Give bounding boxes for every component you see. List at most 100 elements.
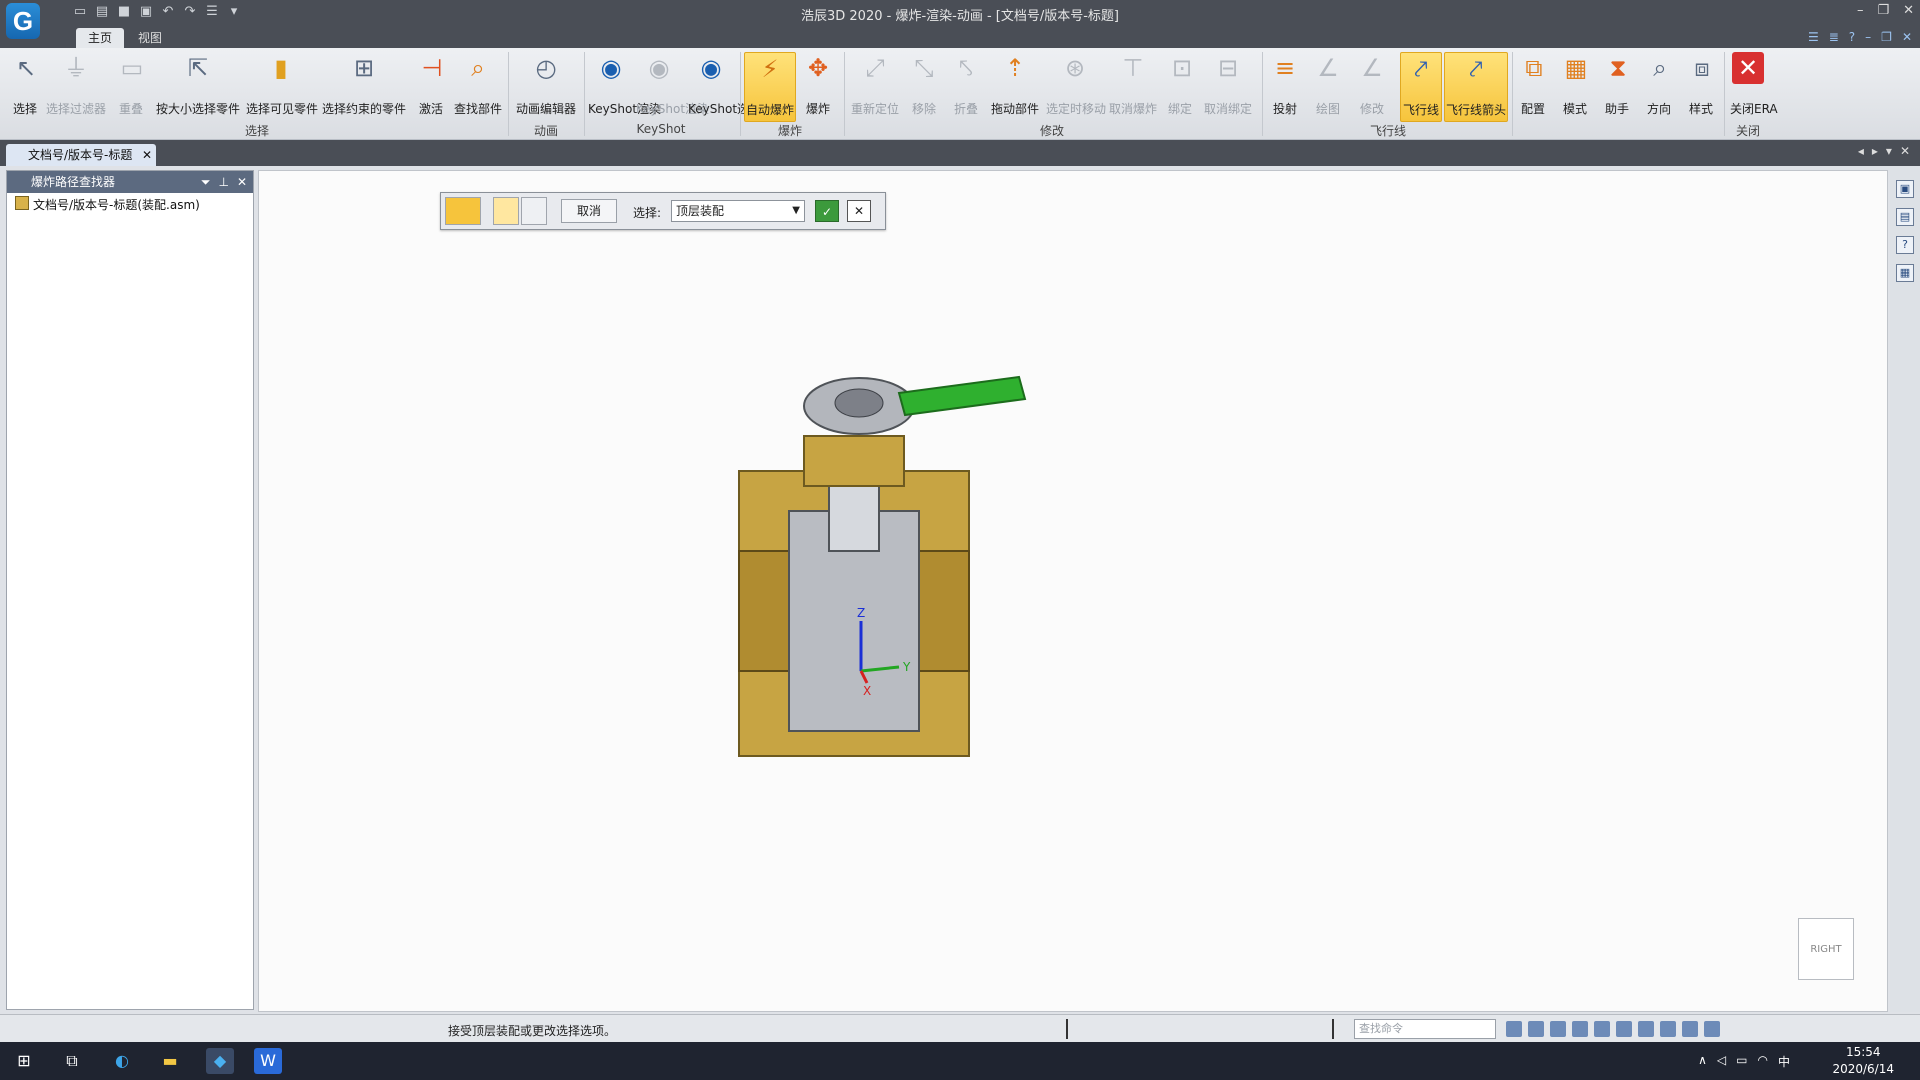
arrow-icon[interactable]	[1506, 1021, 1522, 1037]
select-dropdown[interactable]: 顶层装配 ▼	[671, 200, 805, 222]
minimize-icon[interactable]: –	[1865, 30, 1871, 44]
assistant-button[interactable]: ⧗ 助手	[1602, 52, 1632, 117]
move-selected-button[interactable]: ⊛ 选定时移动	[1046, 52, 1106, 117]
collapse-button[interactable]: ⤣ 折叠	[948, 52, 984, 117]
close-button[interactable]: ✕	[847, 200, 871, 222]
modify-icon: ∠	[1361, 54, 1383, 82]
properties-icon[interactable]: ▤	[1896, 208, 1914, 226]
auto-explode-button[interactable]: ⚡ 自动爆炸	[744, 52, 796, 122]
cursor-icon: ↖	[15, 54, 37, 82]
cancel-button[interactable]: 取消	[561, 199, 617, 223]
layers-icon[interactable]: ≣	[1829, 30, 1839, 44]
flight-line-arrow-button[interactable]: ⤤ 飞行线箭头	[1444, 52, 1508, 122]
reposition-icon: ⤢	[865, 54, 885, 82]
find-part-button[interactable]: ⌕ 查找部件	[452, 52, 504, 117]
project-button[interactable]: ≡ 投射	[1268, 52, 1302, 117]
close-tab-icon[interactable]: ✕	[142, 144, 152, 166]
close-icon[interactable]: ✕	[1903, 3, 1914, 18]
app-logo[interactable]: G	[6, 3, 40, 39]
select-by-size-button[interactable]: ⇱ 按大小选择零件	[156, 52, 240, 117]
help-icon[interactable]: ?	[1896, 236, 1914, 254]
view-icon[interactable]: ▣	[1896, 180, 1914, 198]
overlap-button[interactable]: ▭ 重叠	[116, 52, 146, 117]
pin-icon[interactable]: ⊥	[218, 171, 228, 193]
animation-editor-button[interactable]: ◴ 动画编辑器	[514, 52, 578, 117]
explode-button[interactable]: ✥ 爆炸	[800, 52, 836, 117]
group-label-modify: 修改	[1039, 124, 1064, 138]
close-icon[interactable]: ✕	[1902, 30, 1912, 44]
accept-button[interactable]: ✓	[815, 200, 839, 222]
windows-start-icon[interactable]: ⊞	[10, 1048, 38, 1074]
wifi-icon[interactable]: ◠	[1758, 1053, 1768, 1070]
speaker-icon[interactable]: ◁	[1717, 1053, 1726, 1070]
select-visible-button[interactable]: ▮ 选择可见零件	[246, 52, 318, 117]
mode-button[interactable]: ▦ 模式	[1560, 52, 1590, 117]
spin-icon[interactable]	[1638, 1021, 1654, 1037]
tab-view[interactable]: 视图	[126, 28, 174, 48]
ime-indicator[interactable]: 中	[1778, 1053, 1790, 1070]
flight-line-button[interactable]: ⤤ 飞行线	[1400, 52, 1442, 122]
drag-part-button[interactable]: ⇡ 拖动部件	[988, 52, 1042, 117]
tab-home[interactable]: 主页	[76, 28, 125, 48]
shade-icon[interactable]	[1682, 1021, 1698, 1037]
battery-icon[interactable]: ▭	[1736, 1053, 1747, 1070]
find-command-input[interactable]: 查找命令	[1354, 1019, 1496, 1039]
file-explorer-icon[interactable]: ▬	[156, 1048, 184, 1074]
configure-button[interactable]: ⧉ 配置	[1518, 52, 1548, 117]
direction-button[interactable]: ⌕ 方向	[1644, 52, 1674, 117]
unexplode-button[interactable]: ⊤ 取消爆炸	[1108, 52, 1158, 117]
close-era-button[interactable]: ✕ 关闭ERA	[1730, 52, 1778, 117]
close-icon[interactable]: ✕	[1900, 144, 1910, 158]
grid-icon[interactable]: ▦	[1896, 264, 1914, 282]
keyshot-options-button[interactable]: ◉ KeyShot选项	[688, 52, 761, 117]
zoom-icon[interactable]	[1550, 1021, 1566, 1037]
fit-icon[interactable]	[1528, 1021, 1544, 1037]
configure-icon: ⧉	[1525, 54, 1543, 82]
select-step-icon[interactable]	[493, 197, 519, 225]
select-constrained-button[interactable]: ⊞ 选择约束的零件	[322, 52, 406, 117]
tab-navigation: ◂ ▸ ▾ ✕	[1858, 144, 1910, 158]
clock[interactable]: 15:54 2020/6/14	[1832, 1044, 1894, 1078]
view-icon[interactable]	[1660, 1021, 1676, 1037]
unbind-icon: ⊟	[1217, 54, 1239, 82]
document-tab[interactable]: 文档号/版本号-标题 ✕	[6, 144, 156, 166]
edge-icon[interactable]: ◐	[108, 1048, 136, 1074]
unbind-button[interactable]: ⊟ 取消绑定	[1200, 52, 1256, 117]
cad-app-icon[interactable]: ◆	[206, 1048, 234, 1074]
style-icon[interactable]	[1704, 1021, 1720, 1037]
auto-explode-icon[interactable]	[445, 197, 481, 225]
minimize-icon[interactable]: –	[1857, 3, 1864, 18]
select-filter-button[interactable]: ⏚ 选择过滤器	[46, 52, 106, 117]
help-icon[interactable]: ?	[1849, 30, 1855, 44]
rotate-icon[interactable]	[1616, 1021, 1632, 1037]
pan-icon[interactable]	[1594, 1021, 1610, 1037]
arrow-right-icon[interactable]: ▸	[1872, 144, 1878, 158]
filter-icon[interactable]: ⏷	[201, 171, 211, 193]
close-icon[interactable]: ✕	[237, 171, 247, 193]
word-icon[interactable]: W	[254, 1048, 282, 1074]
reposition-button[interactable]: ⤢ 重新定位	[848, 52, 902, 117]
group-separator	[1262, 52, 1263, 136]
status-bar: 接受顶层装配或更改选择选项。 查找命令	[0, 1014, 1920, 1042]
task-view-icon[interactable]: ⧉	[58, 1048, 86, 1074]
draw-button[interactable]: ∠ 绘图	[1310, 52, 1346, 117]
modify-button[interactable]: ∠ 修改	[1354, 52, 1390, 117]
restore-icon[interactable]: ❐	[1877, 3, 1889, 18]
remove-button[interactable]: ⤡ 移除	[906, 52, 942, 117]
keyshot-render-button[interactable]: ◉ KeyShot渲染	[588, 52, 661, 117]
bind-button[interactable]: ⊡ 绑定	[1166, 52, 1194, 117]
style-button[interactable]: ⧈ 样式	[1686, 52, 1716, 117]
tree-item[interactable]: 文档号/版本号-标题(装配.asm)	[7, 193, 253, 213]
select-button[interactable]: ↖ 选择	[10, 52, 40, 117]
arrow-left-icon[interactable]: ◂	[1858, 144, 1864, 158]
chevron-up-icon[interactable]: ∧	[1698, 1053, 1707, 1070]
view-cube[interactable]: RIGHT	[1798, 918, 1854, 980]
activate-button[interactable]: ⊣ 激活	[416, 52, 446, 117]
graphics-window[interactable]: Z Y X	[258, 170, 1888, 1012]
restore-icon[interactable]: ❐	[1881, 30, 1892, 44]
explode-step-icon[interactable]	[521, 197, 547, 225]
zoom-area-icon[interactable]	[1572, 1021, 1588, 1037]
layout-icon[interactable]: ☰	[1808, 30, 1819, 44]
keyshot-render-disabled-button[interactable]: ◉ KeyShot渲染	[636, 52, 709, 117]
chevron-down-icon[interactable]: ▾	[1886, 144, 1892, 158]
